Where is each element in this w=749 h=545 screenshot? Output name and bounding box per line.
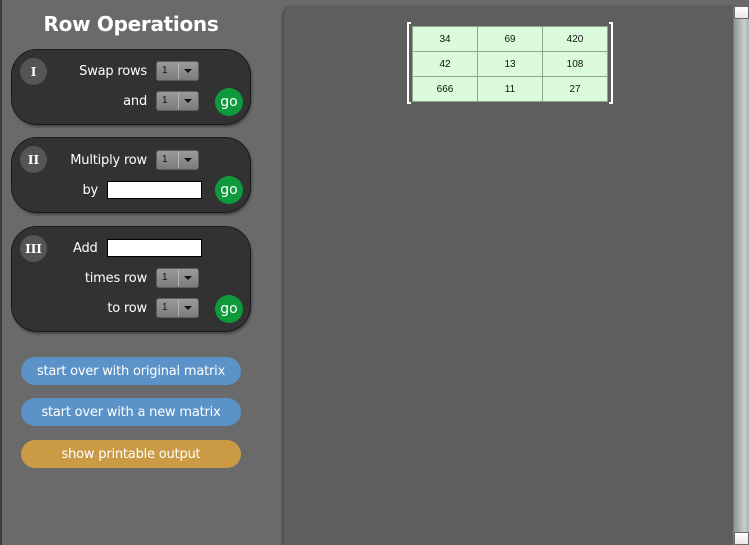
add-label: Add <box>73 241 98 256</box>
to-row-label: to row <box>107 301 147 316</box>
swap-row-a-select[interactable]: 1 <box>156 61 199 81</box>
matrix-row: 666 11 27 <box>412 76 608 102</box>
dropdown-arrow-icon <box>184 158 192 162</box>
select-value: 1 <box>162 154 168 165</box>
operation-numeral-badge: III <box>20 235 47 262</box>
select-divider <box>178 63 179 79</box>
matrix-cell[interactable]: 666 <box>412 76 478 102</box>
select-divider <box>178 152 179 168</box>
matrix-cell[interactable]: 420 <box>542 26 608 52</box>
matrix-cell[interactable]: 42 <box>412 51 478 77</box>
select-value: 1 <box>162 65 168 76</box>
times-row-label: times row <box>84 271 147 286</box>
by-label: by <box>82 183 98 198</box>
sidebar: Row Operations I Swap rows 1 and 1 go II… <box>0 0 262 545</box>
multiply-row-panel: II Multiply row 1 by go <box>11 137 251 213</box>
operation-numeral-badge: II <box>20 146 47 173</box>
dropdown-arrow-icon <box>184 306 192 310</box>
scroll-down-button[interactable] <box>734 532 749 545</box>
add-factor-input[interactable] <box>107 239 202 257</box>
add-multiple-panel: III Add times row 1 to row 1 go <box>11 226 251 332</box>
multiply-row-select[interactable]: 1 <box>156 150 199 170</box>
select-value: 1 <box>162 302 168 313</box>
select-value: 1 <box>162 272 168 283</box>
target-row-select[interactable]: 1 <box>156 298 199 318</box>
matrix-table: 34 69 420 42 13 108 666 11 27 <box>412 26 608 102</box>
multiply-go-button[interactable]: go <box>215 176 243 204</box>
select-divider <box>178 93 179 109</box>
page-title: Row Operations <box>43 12 219 36</box>
operation-numeral-badge: I <box>20 58 47 85</box>
select-divider <box>178 270 179 286</box>
dropdown-arrow-icon <box>184 69 192 73</box>
matrix-cell[interactable]: 108 <box>542 51 608 77</box>
left-bracket <box>407 22 411 104</box>
and-label: and <box>123 94 147 109</box>
multiply-row-label: Multiply row <box>70 153 147 168</box>
matrix-row: 42 13 108 <box>412 51 608 77</box>
select-value: 1 <box>162 95 168 106</box>
matrix-cell[interactable]: 69 <box>477 26 543 52</box>
swap-rows-label: Swap rows <box>79 64 147 79</box>
matrix-cell[interactable]: 34 <box>412 26 478 52</box>
vertical-scrollbar[interactable] <box>733 6 749 545</box>
start-over-original-button[interactable]: start over with original matrix <box>21 357 241 385</box>
dropdown-arrow-icon <box>184 276 192 280</box>
dropdown-arrow-icon <box>184 99 192 103</box>
add-go-button[interactable]: go <box>215 295 243 323</box>
matrix-row: 34 69 420 <box>412 26 608 52</box>
swap-rows-panel: I Swap rows 1 and 1 go <box>11 49 251 125</box>
matrix-cell[interactable]: 27 <box>542 76 608 102</box>
swap-go-button[interactable]: go <box>215 88 243 116</box>
printable-output-button[interactable]: show printable output <box>21 440 241 468</box>
matrix: 34 69 420 42 13 108 666 11 27 <box>407 22 613 104</box>
start-over-new-button[interactable]: start over with a new matrix <box>21 398 241 426</box>
source-row-select[interactable]: 1 <box>156 268 199 288</box>
scroll-up-button[interactable] <box>734 6 749 19</box>
swap-row-b-select[interactable]: 1 <box>156 91 199 111</box>
matrix-cell[interactable]: 11 <box>477 76 543 102</box>
select-divider <box>178 300 179 316</box>
multiplier-input[interactable] <box>107 181 202 199</box>
right-bracket <box>609 22 613 104</box>
matrix-cell[interactable]: 13 <box>477 51 543 77</box>
